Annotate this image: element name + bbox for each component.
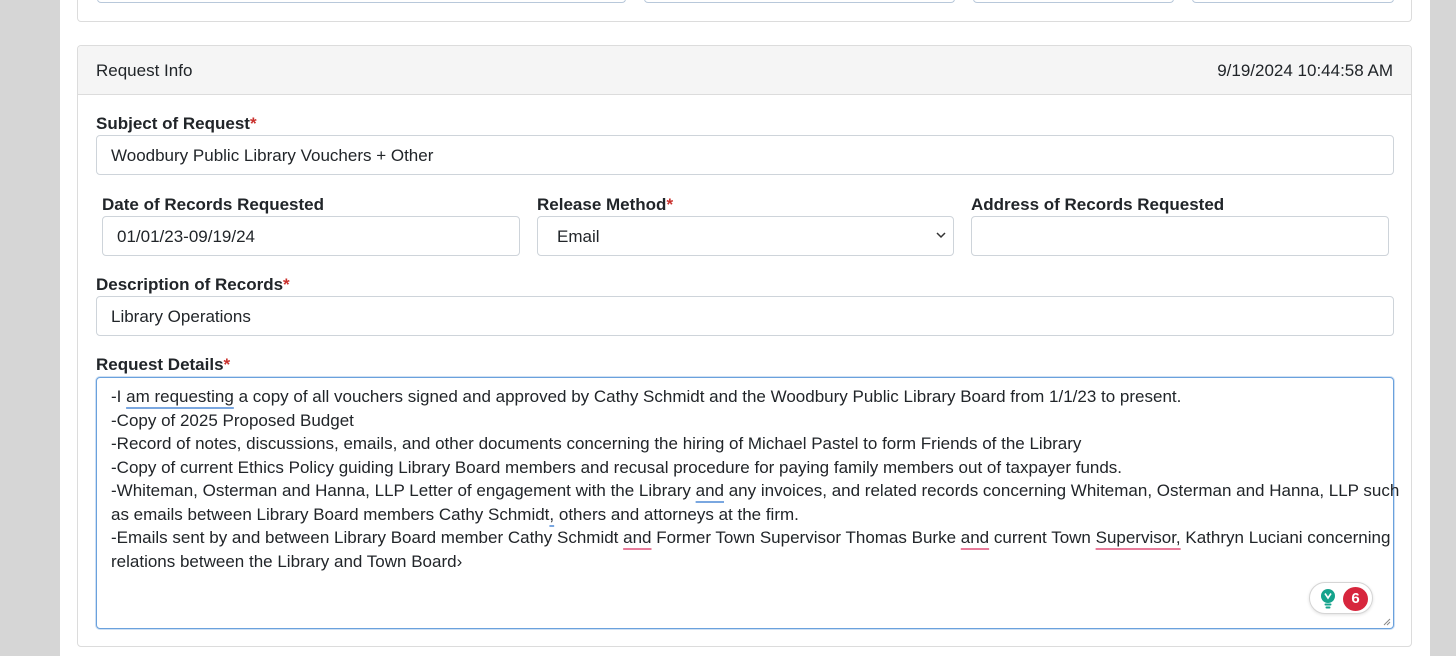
lightbulb-icon <box>1321 589 1335 609</box>
details-line: as emails between Library Board members … <box>111 504 799 524</box>
previous-field[interactable] <box>973 0 1174 3</box>
details-line: -Copy of current Ethics Policy guiding L… <box>111 457 1123 477</box>
details-line: -Whiteman, Osterman and Hanna, LLP Lette… <box>111 481 1400 500</box>
release-method-select[interactable]: Email <box>537 216 954 256</box>
details-line: -Record of notes, discussions, emails, a… <box>111 434 1082 453</box>
request-info-card: Request Info 9/19/2024 10:44:58 AM Subje… <box>77 45 1412 647</box>
details-line: relations between the Library and Town B… <box>111 551 463 571</box>
required-mark: * <box>249 114 257 133</box>
card-title: Request Info <box>96 61 193 80</box>
details-line: -Emails sent by and between Library Boar… <box>111 528 1391 547</box>
card-header: Request Info 9/19/2024 10:44:58 AM <box>78 46 1411 95</box>
page: Request Info 9/19/2024 10:44:58 AM Subje… <box>60 0 1430 656</box>
previous-field[interactable] <box>97 0 626 3</box>
grammar-suggestion[interactable]: am requesting <box>126 387 234 406</box>
grammar-assistant-widget[interactable]: 6 <box>1309 582 1373 614</box>
date-records-input[interactable]: 01/01/23-09/19/24 <box>102 216 520 256</box>
address-records-label: Address of Records Requested <box>971 195 1225 214</box>
subject-input[interactable]: Woodbury Public Library Vouchers + Other <box>96 135 1394 175</box>
date-records-label: Date of Records Requested <box>102 195 324 214</box>
previous-card <box>77 0 1412 22</box>
spelling-suggestion[interactable]: and <box>623 528 651 547</box>
spelling-suggestion[interactable]: and <box>961 528 989 547</box>
description-label: Description of Records* <box>96 275 290 294</box>
required-mark: * <box>223 355 231 374</box>
description-input[interactable]: Library Operations <box>96 296 1394 336</box>
request-timestamp: 9/19/2024 10:44:58 AM <box>1217 61 1393 80</box>
details-line: -I am requesting a copy of all vouchers … <box>111 387 1182 406</box>
chevron-down-icon <box>936 232 946 239</box>
previous-field[interactable] <box>1192 0 1394 3</box>
previous-field[interactable] <box>644 0 955 3</box>
release-method-label: Release Method* <box>537 195 674 214</box>
required-mark: * <box>283 275 290 294</box>
subject-label: Subject of Request* <box>96 114 257 133</box>
spelling-suggestion[interactable]: Supervisor, <box>1096 528 1181 547</box>
request-details-textarea[interactable]: -I am requesting a copy of all vouchers … <box>96 377 1400 629</box>
resize-handle-icon[interactable] <box>1381 616 1391 626</box>
request-details-label: Request Details* <box>96 355 231 374</box>
grammar-suggestion[interactable]: and <box>696 481 724 500</box>
required-mark: * <box>666 195 674 214</box>
address-records-input[interactable] <box>971 216 1389 256</box>
issue-count-badge: 6 <box>1343 587 1368 611</box>
details-line: -Copy of 2025 Proposed Budget <box>111 410 354 430</box>
